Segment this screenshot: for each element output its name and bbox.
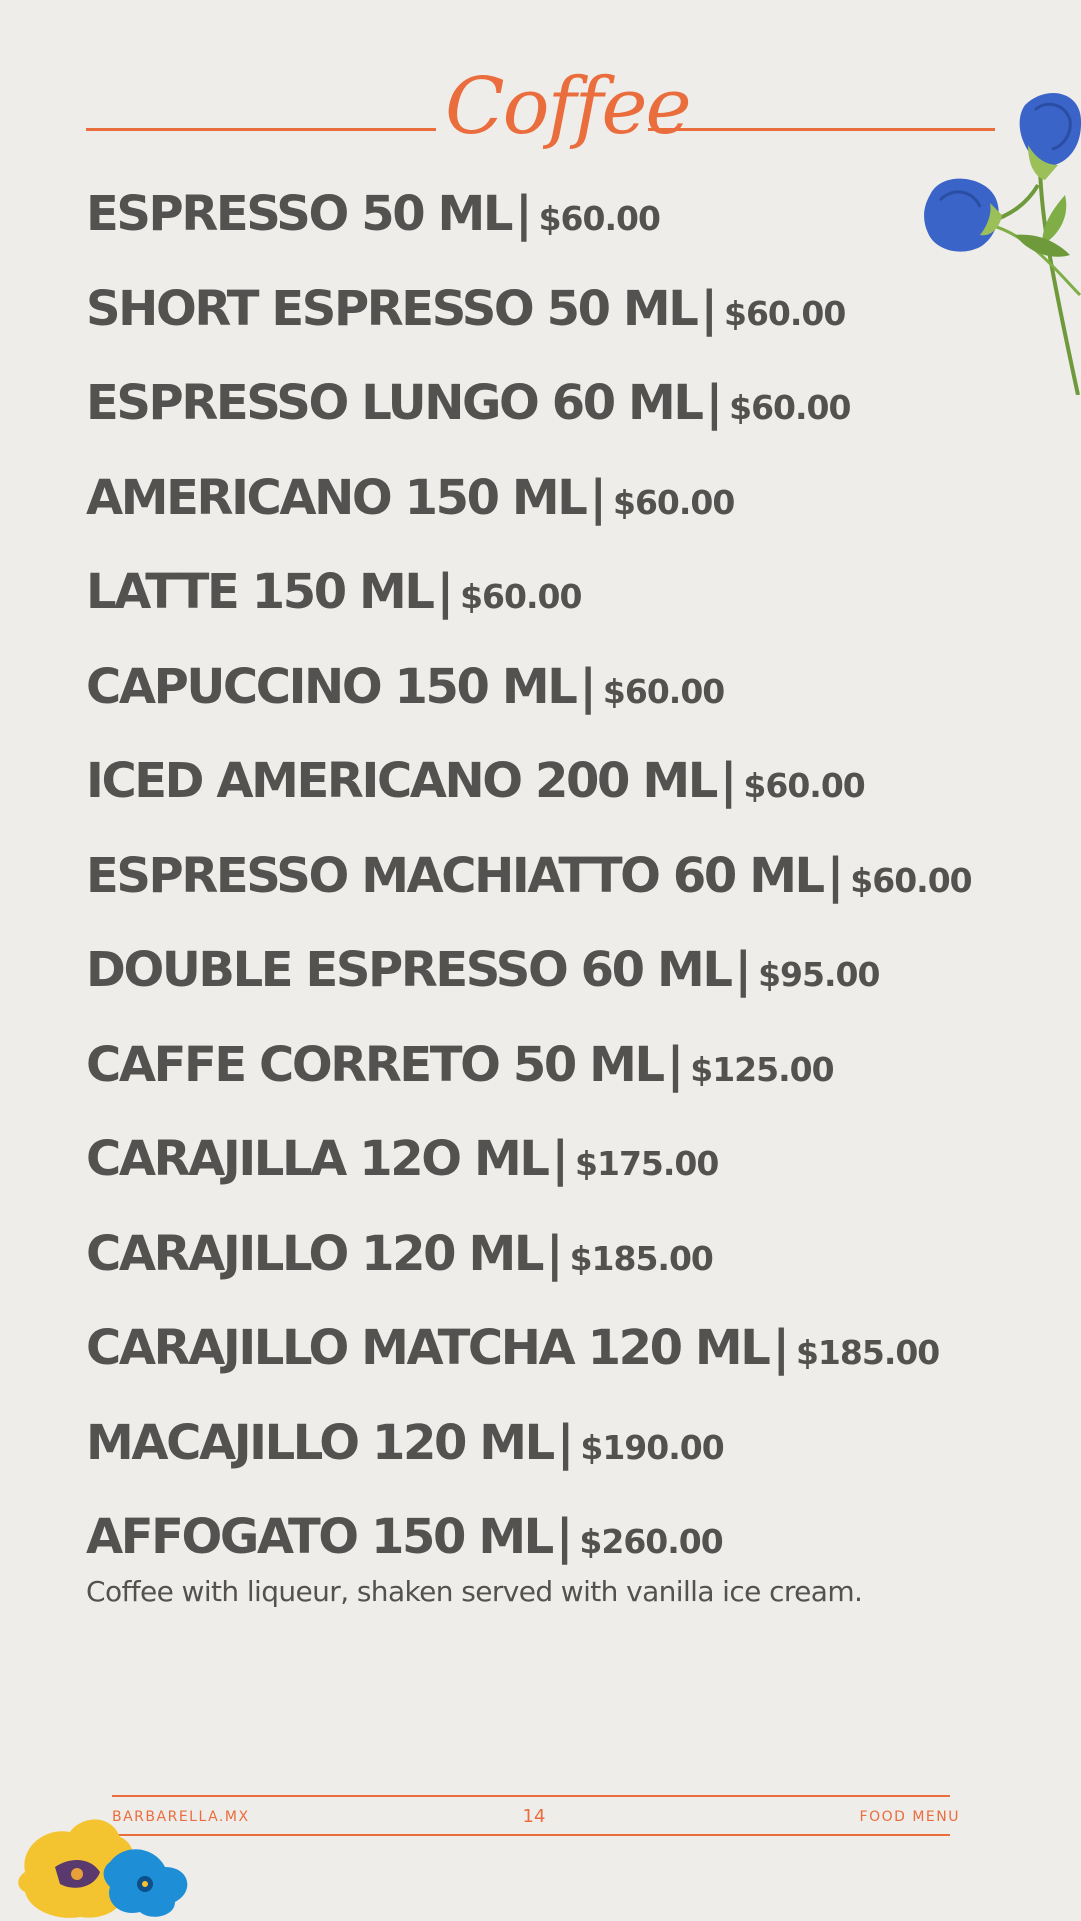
menu-item-price: $60.00	[743, 766, 865, 805]
menu-item-price: $60.00	[729, 388, 851, 427]
menu-item: CAPUCCINO 150 ML| $60.00	[86, 659, 966, 754]
footer-rule-bottom	[112, 1834, 950, 1836]
menu-item-name: ESPRESSO MACHIATTO 60 ML	[86, 847, 825, 904]
menu-item: CARAJILLO 120 ML| $185.00	[86, 1226, 966, 1321]
menu-item: DOUBLE ESPRESSO 60 ML| $95.00	[86, 942, 966, 1037]
menu-item-price: $190.00	[580, 1427, 724, 1467]
price-separator: |	[719, 753, 738, 809]
menu-item: CARAJILLA 12O ML| $175.00	[86, 1131, 966, 1226]
menu-item: ESPRESSO MACHIATTO 60 ML| $60.00	[86, 847, 973, 943]
coffee-menu-list: ESPRESSO 50 ML| $60.00 SHORT ESPRESSO 50 M…	[86, 186, 973, 1604]
menu-item-name: CARAJILLO 120 ML	[86, 1225, 544, 1282]
menu-item: CAFFE CORRETO 50 ML| $125.00	[86, 1037, 966, 1132]
menu-item-price: $60.00	[850, 860, 972, 900]
menu-item: CARAJILLO MATCHA 120 ML| $185.00	[86, 1320, 966, 1415]
menu-item: ESPRESSO 50 ML| $60.00	[86, 186, 966, 281]
price-separator: |	[666, 1036, 685, 1093]
menu-item-name: CARAJILLO MATCHA 120 ML	[86, 1320, 771, 1376]
page-header: Coffee	[0, 0, 1081, 200]
menu-item-name: LATTE 150 ML	[86, 564, 435, 620]
menu-item-price: $185.00	[569, 1238, 714, 1278]
menu-item-name: AFFOGATO 150 ML	[86, 1509, 554, 1565]
menu-item-name: AMERICANO 150 ML	[86, 469, 588, 526]
menu-item-name: CARAJILLA 12O ML	[86, 1131, 550, 1187]
menu-item-price: $125.00	[690, 1049, 834, 1089]
price-separator: |	[734, 942, 753, 998]
menu-item-price: $60.00	[538, 199, 661, 238]
price-separator: |	[589, 469, 607, 526]
menu-item-name: MACAJILLO 120 ML	[86, 1414, 555, 1471]
item-description: Coffee with liqueur, shaken served with …	[86, 1575, 863, 1608]
menu-item-name: SHORT ESPRESSO 50 ML	[86, 280, 699, 337]
menu-item-price: $60.00	[460, 577, 582, 616]
price-separator: |	[705, 375, 724, 431]
price-separator: |	[826, 847, 845, 904]
price-separator: |	[515, 186, 533, 242]
menu-item-price: $95.00	[758, 955, 880, 994]
menu-item: AMERICANO 150 ML| $60.00	[86, 470, 966, 565]
yellow-flower-icon	[18, 1819, 188, 1918]
price-separator: |	[555, 1509, 574, 1565]
price-separator: |	[546, 1225, 564, 1282]
page-number: 14	[522, 1806, 546, 1827]
page-title: Coffee	[445, 62, 692, 152]
menu-item: SHORT ESPRESSO 50 ML| $60.00	[86, 281, 966, 376]
menu-item: MACAJILLO 120 ML| $190.00	[86, 1415, 966, 1510]
menu-item-name: CAFFE CORRETO 50 ML	[86, 1036, 665, 1093]
menu-item-price: $175.00	[575, 1144, 719, 1183]
menu-item: LATTE 150 ML| $60.00	[86, 564, 966, 659]
menu-item: ESPRESSO LUNGO 60 ML| $60.00	[86, 375, 966, 470]
menu-item-name: ICED AMERICANO 200 ML	[86, 753, 718, 809]
footer-rule-top	[112, 1795, 950, 1797]
menu-item: ICED AMERICANO 200 ML| $60.00	[86, 753, 966, 848]
price-separator: |	[579, 658, 597, 715]
menu-item-name: CAPUCCINO 150 ML	[86, 658, 578, 715]
menu-item-price: $60.00	[724, 293, 846, 333]
menu-item-price: $60.00	[612, 482, 735, 522]
menu-item-price: $185.00	[795, 1333, 940, 1372]
menu-item-name: ESPRESSO LUNGO 60 ML	[86, 375, 704, 431]
header-rule-left	[86, 128, 436, 131]
price-separator: |	[436, 564, 455, 620]
footer-section-label: FOOD MENU	[859, 1809, 960, 1825]
menu-item-price: $260.00	[579, 1522, 723, 1561]
menu-item-name: DOUBLE ESPRESSO 60 ML	[86, 942, 733, 998]
price-separator: |	[551, 1131, 570, 1187]
price-separator: |	[772, 1320, 790, 1376]
menu-item-name: ESPRESSO 50 ML	[86, 186, 513, 242]
menu-item-price: $60.00	[602, 671, 725, 711]
price-separator: |	[556, 1414, 575, 1471]
price-separator: |	[700, 280, 718, 337]
